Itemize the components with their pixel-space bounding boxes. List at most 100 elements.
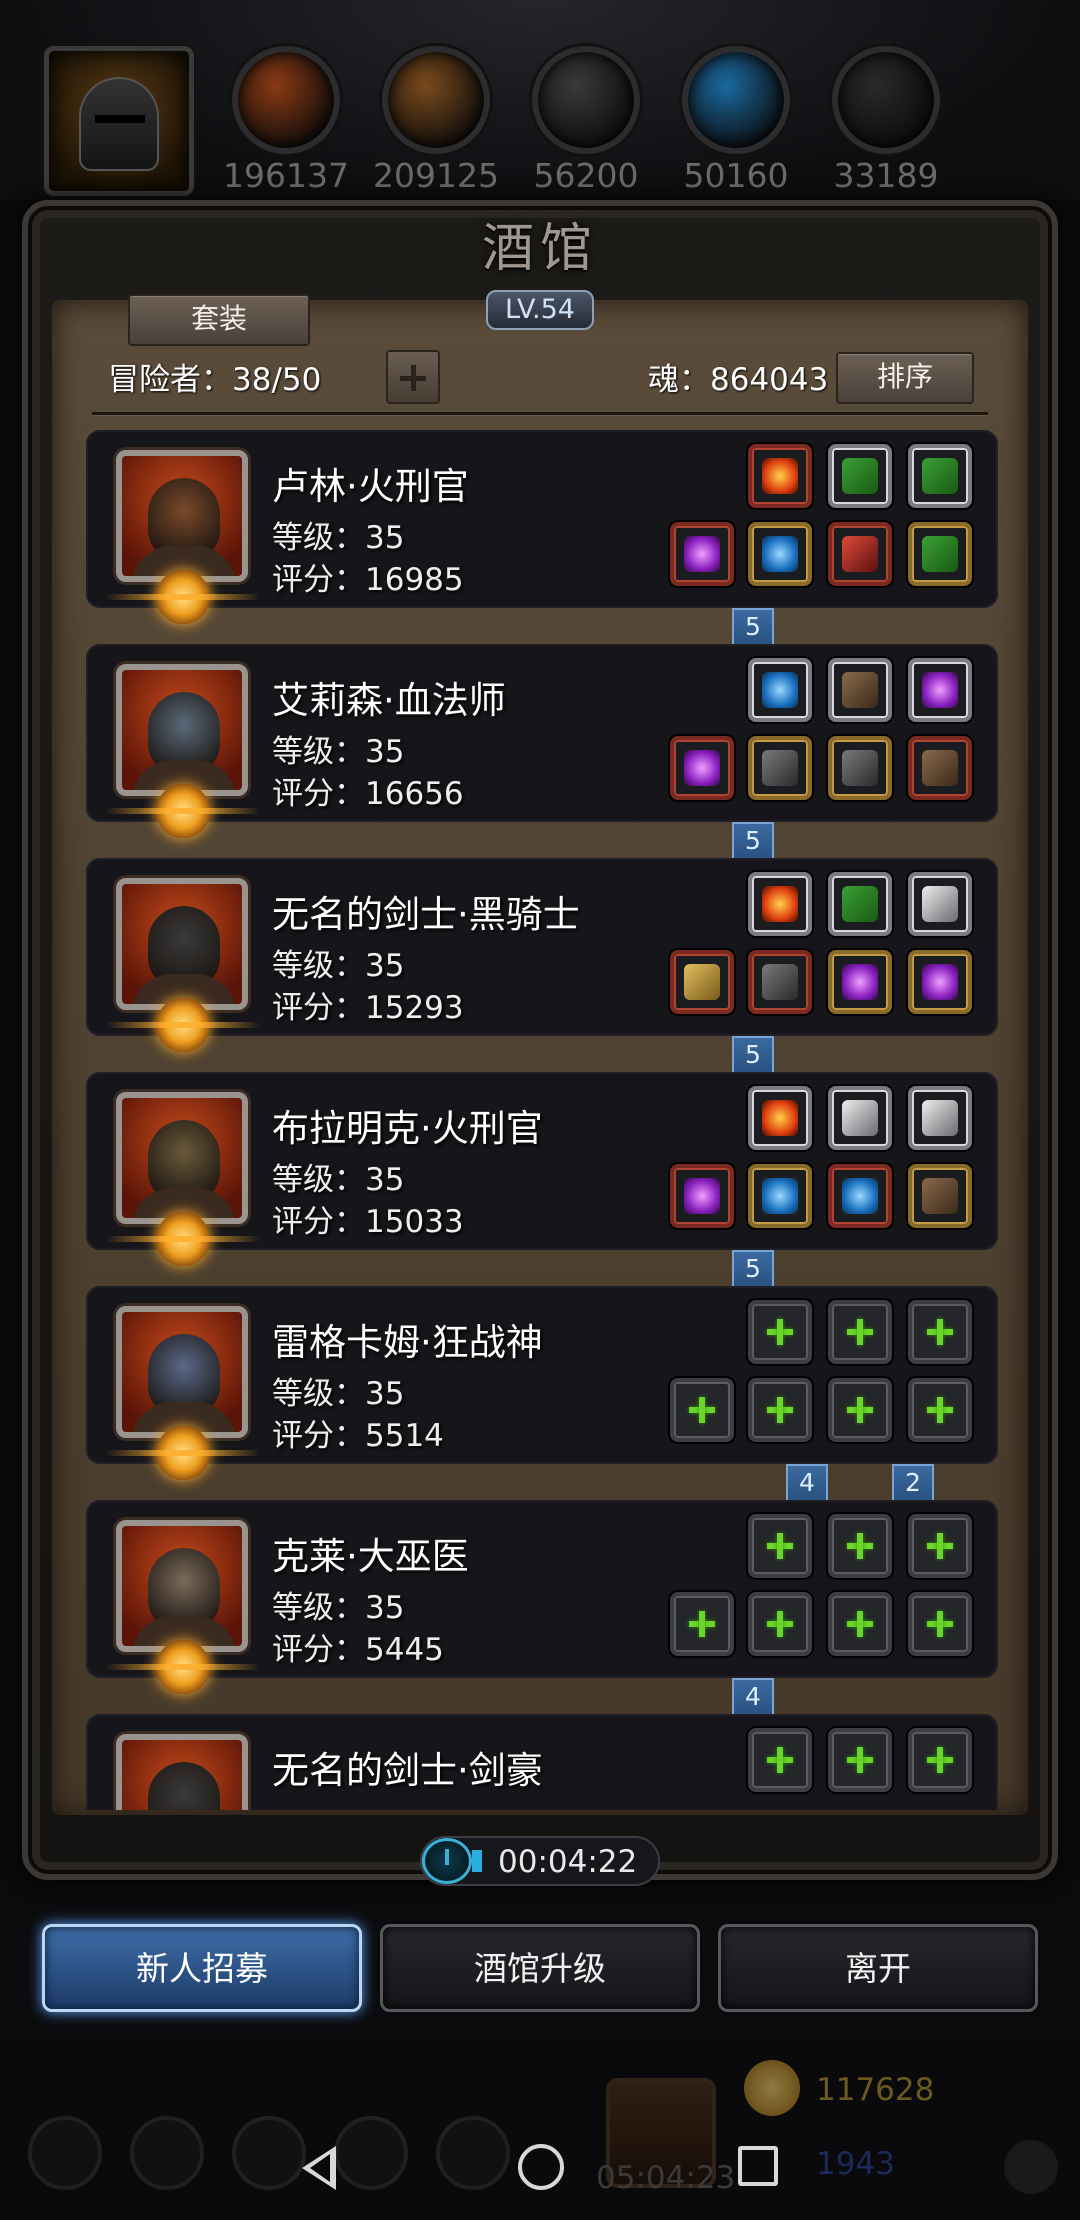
settings-icon[interactable] bbox=[436, 2116, 510, 2190]
recruit-button[interactable]: 新人招募 bbox=[42, 1924, 362, 2012]
player-avatar[interactable] bbox=[44, 46, 194, 196]
resource-meat[interactable]: 196137 bbox=[223, 46, 349, 195]
back-icon[interactable] bbox=[302, 2146, 336, 2190]
empty-slot-add-button[interactable] bbox=[748, 1514, 812, 1578]
gear-slot[interactable] bbox=[670, 950, 734, 1014]
fire-item-icon bbox=[762, 1100, 798, 1136]
hero-card[interactable]: 卢林·火刑官 等级：35 评分：16985 bbox=[86, 430, 998, 624]
hero-card[interactable]: 布拉明克·火刑官 等级：35 评分：15033 bbox=[86, 1072, 998, 1266]
equipment-set-button[interactable]: 套装 bbox=[128, 294, 310, 346]
purple-item-icon bbox=[922, 672, 958, 708]
hero-card[interactable]: 艾莉森·血法师 等级：35 评分：16656 bbox=[86, 644, 998, 838]
expand-roster-button[interactable] bbox=[386, 350, 440, 404]
accessory-slot[interactable] bbox=[908, 872, 972, 936]
brown-item-icon bbox=[922, 1178, 958, 1214]
gear-slot[interactable] bbox=[748, 1164, 812, 1228]
empty-slot-add-button[interactable] bbox=[670, 1378, 734, 1442]
empty-slot-add-button[interactable] bbox=[828, 1592, 892, 1656]
hero-avatar[interactable] bbox=[116, 664, 248, 796]
bag-icon[interactable] bbox=[232, 2116, 306, 2190]
gear-slot[interactable] bbox=[670, 1164, 734, 1228]
green-item-icon bbox=[842, 458, 878, 494]
quest-icon[interactable] bbox=[334, 2116, 408, 2190]
accessory-slot[interactable] bbox=[908, 1086, 972, 1150]
wood-icon bbox=[382, 46, 490, 154]
accessory-slot[interactable] bbox=[748, 872, 812, 936]
empty-slot-add-button[interactable] bbox=[908, 1378, 972, 1442]
hero-card[interactable]: 克莱·大巫医 等级：35 评分：5445 bbox=[86, 1500, 998, 1694]
hero-avatar[interactable] bbox=[116, 878, 248, 1010]
gear-slot[interactable] bbox=[748, 522, 812, 586]
hero-name: 克莱·大巫医 bbox=[272, 1535, 469, 1578]
iron-icon bbox=[532, 46, 640, 154]
accessory-slot[interactable] bbox=[748, 658, 812, 722]
accessory-slot[interactable] bbox=[908, 658, 972, 722]
empty-slot-add-button[interactable] bbox=[908, 1728, 972, 1792]
hero-list[interactable]: 卢林·火刑官 等级：35 评分：16985 5 艾莉森·血法师 等级：35 评分：16656… bbox=[86, 430, 998, 1810]
empty-slot-add-button[interactable] bbox=[908, 1300, 972, 1364]
sort-button[interactable]: 排序 bbox=[836, 352, 974, 404]
empty-slot-add-button[interactable] bbox=[908, 1592, 972, 1656]
gear-slot[interactable] bbox=[828, 736, 892, 800]
empty-slot-add-button[interactable] bbox=[828, 1300, 892, 1364]
hero-level: 等级：35 bbox=[272, 1162, 405, 1198]
gear-slot[interactable] bbox=[828, 950, 892, 1014]
plus-icon bbox=[689, 1611, 715, 1637]
accessory-slot[interactable] bbox=[828, 1086, 892, 1150]
empty-slot-add-button[interactable] bbox=[748, 1728, 812, 1792]
hero-avatar[interactable] bbox=[116, 450, 248, 582]
hero-icon[interactable] bbox=[130, 2116, 204, 2190]
resource-stone[interactable]: 33189 bbox=[830, 46, 942, 195]
empty-slot-add-button[interactable] bbox=[748, 1378, 812, 1442]
empty-slot-add-button[interactable] bbox=[670, 1592, 734, 1656]
gear-slot[interactable] bbox=[828, 1164, 892, 1228]
gear-slot[interactable] bbox=[908, 522, 972, 586]
gear-slot[interactable] bbox=[670, 522, 734, 586]
empty-slot-add-button[interactable] bbox=[828, 1378, 892, 1442]
empty-slot-add-button[interactable] bbox=[908, 1514, 972, 1578]
silver-item-icon bbox=[922, 886, 958, 922]
brown-item-icon bbox=[842, 672, 878, 708]
blue-item-icon bbox=[762, 672, 798, 708]
accessory-slot[interactable] bbox=[748, 1086, 812, 1150]
accessory-slot[interactable] bbox=[748, 444, 812, 508]
gear-slot[interactable] bbox=[908, 736, 972, 800]
timer-progress bbox=[472, 1850, 482, 1872]
plus-icon bbox=[767, 1397, 793, 1423]
accessory-slot[interactable] bbox=[828, 444, 892, 508]
gear-slot[interactable] bbox=[670, 736, 734, 800]
add-currency-button[interactable] bbox=[1004, 2140, 1058, 2194]
hero-avatar[interactable] bbox=[116, 1520, 248, 1652]
accessory-slot[interactable] bbox=[828, 658, 892, 722]
hero-name: 布拉明克·火刑官 bbox=[272, 1107, 543, 1150]
hero-avatar[interactable] bbox=[116, 1306, 248, 1438]
hero-name: 雷格卡姆·狂战神 bbox=[272, 1321, 543, 1364]
resource-iron[interactable]: 56200 bbox=[530, 46, 642, 195]
hero-avatar[interactable] bbox=[116, 1092, 248, 1224]
accessory-slot[interactable] bbox=[908, 444, 972, 508]
menu-icon[interactable] bbox=[28, 2116, 102, 2190]
stone-icon bbox=[832, 46, 940, 154]
gear-slot[interactable] bbox=[908, 1164, 972, 1228]
empty-slot-add-button[interactable] bbox=[828, 1728, 892, 1792]
gear-slot[interactable] bbox=[748, 950, 812, 1014]
empty-slot-add-button[interactable] bbox=[748, 1300, 812, 1364]
recent-apps-icon[interactable] bbox=[738, 2146, 778, 2186]
gear-slot[interactable] bbox=[828, 522, 892, 586]
gear-slot[interactable] bbox=[748, 736, 812, 800]
upgrade-tavern-button[interactable]: 酒馆升级 bbox=[380, 1924, 700, 2012]
plus-icon bbox=[927, 1533, 953, 1559]
empty-slot-add-button[interactable] bbox=[828, 1514, 892, 1578]
hero-card[interactable]: 无名的剑士·黑骑士 等级：35 评分：15293 bbox=[86, 858, 998, 1052]
accessory-slot[interactable] bbox=[828, 872, 892, 936]
resource-crystal[interactable]: 50160 bbox=[680, 46, 792, 195]
home-icon[interactable] bbox=[518, 2144, 564, 2190]
hero-avatar[interactable] bbox=[116, 1734, 248, 1810]
clock-icon bbox=[422, 1838, 472, 1884]
gear-slot[interactable] bbox=[908, 950, 972, 1014]
resource-wood[interactable]: 209125 bbox=[373, 46, 499, 195]
hero-card[interactable]: 无名的剑士·剑豪 bbox=[86, 1714, 998, 1810]
empty-slot-add-button[interactable] bbox=[748, 1592, 812, 1656]
hero-card[interactable]: 雷格卡姆·狂战神 等级：35 评分：5514 bbox=[86, 1286, 998, 1480]
leave-button[interactable]: 离开 bbox=[718, 1924, 1038, 2012]
